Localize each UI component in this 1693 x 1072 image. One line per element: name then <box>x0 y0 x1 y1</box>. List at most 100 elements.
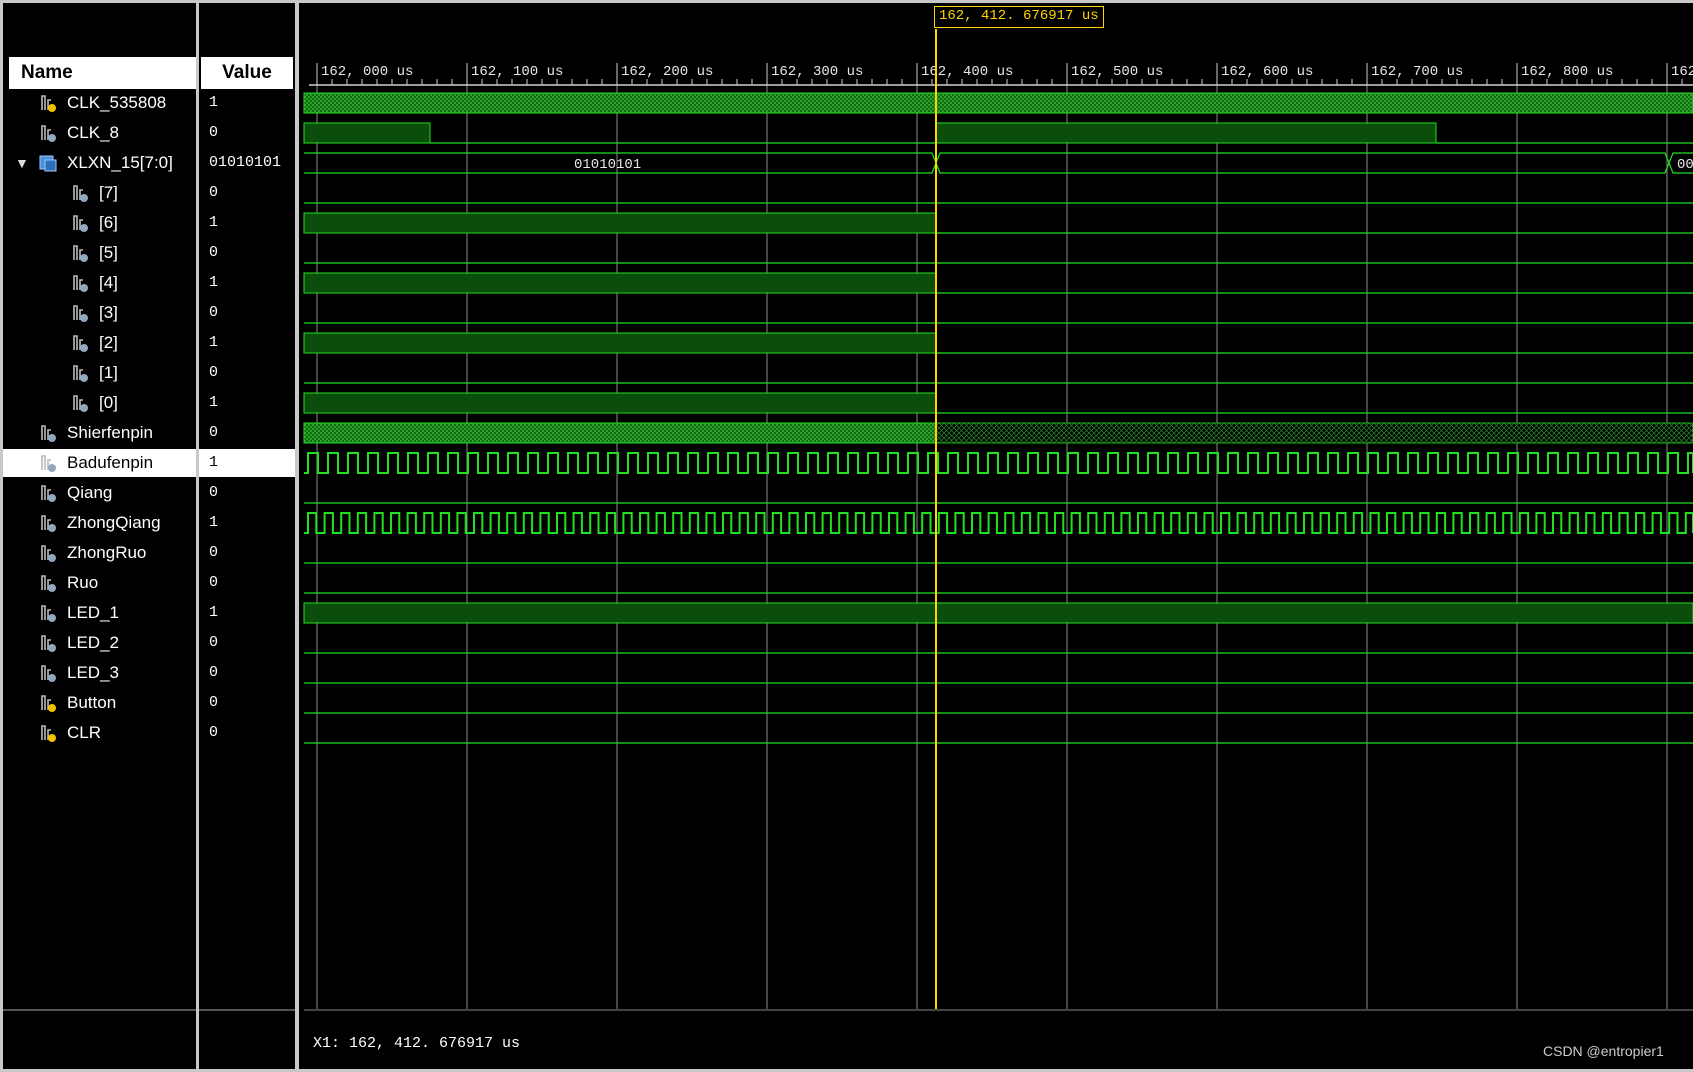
bus-trace <box>304 152 1693 174</box>
signal-icon <box>41 425 56 442</box>
signal-row[interactable]: [7] <box>3 179 196 207</box>
waveform-canvas[interactable]: 162, 000 us 162, 100 us 162, 200 us 162, 30… <box>299 3 1693 1069</box>
ruler-tick-label: 162, 800 us <box>1521 64 1613 80</box>
value-row[interactable]: 0 <box>199 239 295 267</box>
signal-name: CLK_8 <box>67 123 119 142</box>
signal-value: 0 <box>209 304 219 321</box>
signal-row[interactable]: [5] <box>3 239 196 267</box>
signal-row[interactable]: [6] <box>3 209 196 237</box>
value-row[interactable]: 1 <box>199 389 295 417</box>
signal-icon <box>73 305 88 322</box>
value-column-header[interactable]: Value <box>201 57 293 89</box>
signal-value: 0 <box>209 364 219 381</box>
cursor-time-label[interactable]: 162, 412. 676917 us <box>934 6 1104 28</box>
signal-icon <box>41 605 56 622</box>
value-row[interactable]: 0 <box>199 629 295 657</box>
signal-name: [5] <box>99 243 118 262</box>
signal-name: [6] <box>99 213 118 232</box>
value-row[interactable]: 0 <box>199 569 295 597</box>
signal-value: 0 <box>209 484 219 501</box>
value-row[interactable]: 1 <box>199 449 295 477</box>
waveform-panel[interactable]: 162, 000 us 162, 100 us 162, 200 us 162, 30… <box>299 3 1693 1069</box>
signal-row[interactable]: ▼ XLXN_15[7:0] <box>3 149 196 177</box>
waveform-trace <box>935 422 1693 444</box>
ruler-tick-label: 162, 100 us <box>471 64 563 80</box>
signal-row[interactable]: CLR <box>3 719 196 747</box>
value-row[interactable]: 01010101 <box>199 149 295 177</box>
signal-icon <box>73 215 88 232</box>
value-row[interactable]: 0 <box>199 689 295 717</box>
input-signal-icon <box>41 695 56 712</box>
signal-row[interactable]: [2] <box>3 329 196 357</box>
signal-row[interactable]: [1] <box>3 359 196 387</box>
signal-value: 0 <box>209 664 219 681</box>
value-row[interactable]: 1 <box>199 89 295 117</box>
value-panel-divider <box>199 1009 295 1011</box>
signal-name: CLR <box>67 723 102 742</box>
signal-row[interactable]: LED_2 <box>3 629 196 657</box>
waveform-trace <box>304 452 1693 474</box>
signal-row[interactable]: LED_1 <box>3 599 196 627</box>
signal-name: Qiang <box>67 483 113 502</box>
value-row[interactable]: 0 <box>199 719 295 747</box>
signal-icon <box>73 395 88 412</box>
signal-icon <box>73 335 88 352</box>
signal-name: Button <box>67 693 117 712</box>
input-signal-icon <box>41 725 56 742</box>
signal-row[interactable]: [4] <box>3 269 196 297</box>
value-row[interactable]: 1 <box>199 599 295 627</box>
signal-row[interactable]: Ruo <box>3 569 196 597</box>
value-row[interactable]: 0 <box>199 479 295 507</box>
signal-row[interactable]: CLK_8 <box>3 119 196 147</box>
signal-icon <box>41 575 56 592</box>
value-row[interactable]: 1 <box>199 509 295 537</box>
signal-value: 0 <box>209 574 219 591</box>
value-row[interactable]: 1 <box>199 209 295 237</box>
signal-name: LED_1 <box>67 603 119 622</box>
value-row[interactable]: 0 <box>199 419 295 447</box>
value-row[interactable]: 1 <box>199 269 295 297</box>
signal-value: 1 <box>209 214 219 231</box>
signal-icon <box>73 275 88 292</box>
watermark: CSDN @entropier1 <box>1543 1043 1664 1059</box>
name-panel: Name CLK_535808 CLK_8 ▼ XLXN_15[7:0] [7] [6] [… <box>3 3 196 1069</box>
waveform-trace <box>303 392 937 414</box>
signal-row[interactable]: Shierfenpin <box>3 419 196 447</box>
signal-name: [0] <box>99 393 118 412</box>
signal-row[interactable]: Badufenpin <box>3 449 196 477</box>
signal-value: 1 <box>209 274 219 291</box>
signal-row[interactable]: [0] <box>3 389 196 417</box>
signal-value: 0 <box>209 124 219 141</box>
signal-row[interactable]: CLK_535808 <box>3 89 196 117</box>
signal-row[interactable]: ZhongQiang <box>3 509 196 537</box>
value-row[interactable]: 0 <box>199 179 295 207</box>
value-row[interactable]: 0 <box>199 299 295 327</box>
signal-icon <box>41 485 56 502</box>
value-row[interactable]: 0 <box>199 539 295 567</box>
signal-value: 0 <box>209 244 219 261</box>
signal-row[interactable]: [3] <box>3 299 196 327</box>
bus-value-label: 00 <box>1677 157 1693 173</box>
signal-row[interactable]: Qiang <box>3 479 196 507</box>
signal-name: [2] <box>99 333 118 352</box>
signal-name: Ruo <box>67 573 99 592</box>
waveform-trace <box>303 92 1693 114</box>
value-row[interactable]: 1 <box>199 329 295 357</box>
signal-row[interactable]: Button <box>3 689 196 717</box>
signal-name: CLK_535808 <box>67 93 167 112</box>
value-row[interactable]: 0 <box>199 119 295 147</box>
ruler-tick-label: 162, 400 us <box>921 64 1013 80</box>
name-panel-divider <box>3 1009 196 1011</box>
signal-value: 0 <box>209 694 219 711</box>
signal-row[interactable]: ZhongRuo <box>3 539 196 567</box>
signal-value: 1 <box>209 514 219 531</box>
value-row[interactable]: 0 <box>199 359 295 387</box>
input-signal-icon <box>41 95 56 112</box>
expand-toggle-icon[interactable]: ▼ <box>15 149 29 177</box>
signal-value: 1 <box>209 394 219 411</box>
name-column-header[interactable]: Name <box>9 57 196 89</box>
ruler-tick-label: 162, 700 us <box>1371 64 1463 80</box>
signal-row[interactable]: LED_3 <box>3 659 196 687</box>
value-row[interactable]: 0 <box>199 659 295 687</box>
signal-value: 1 <box>209 94 219 111</box>
